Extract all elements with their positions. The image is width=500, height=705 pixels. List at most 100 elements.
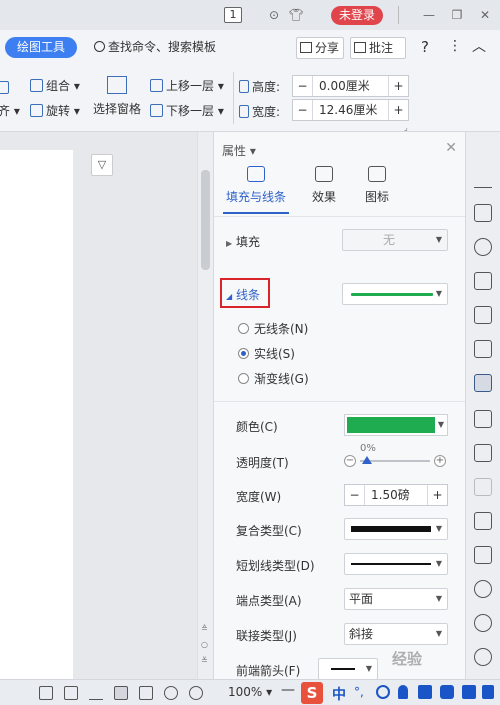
share-button[interactable]: 分享 (296, 37, 344, 59)
width-value[interactable]: 12.46厘米 (319, 102, 377, 118)
send-backward-button[interactable]: 下移一层 ▾ (150, 102, 224, 120)
zoom-level[interactable]: 100% ▾ (228, 685, 272, 699)
toolbox-icon[interactable] (482, 685, 494, 699)
dialog-launcher-icon[interactable]: ⌟ (404, 123, 408, 132)
more-icon[interactable]: ⋮ (448, 38, 462, 54)
tab-effects[interactable]: 效果 (306, 166, 342, 205)
login-button[interactable]: 未登录 (331, 6, 383, 25)
compound-type-dropdown[interactable]: ▼ (344, 518, 448, 540)
shapes-icon[interactable] (474, 238, 492, 256)
archive-icon[interactable] (474, 512, 492, 530)
align-button[interactable]: 齐 ▾ (0, 102, 20, 120)
history-icon[interactable]: ⊙ (265, 6, 283, 24)
pointer-icon[interactable] (474, 204, 492, 222)
scrollbar-thumb[interactable] (201, 170, 210, 270)
chevron-down-icon: ▼ (435, 289, 442, 298)
tab-fill-and-line[interactable]: 填充与线条 (223, 166, 289, 205)
picture-icon[interactable] (474, 546, 492, 564)
color-picker[interactable]: ▼ (344, 414, 448, 436)
width-stepper[interactable]: − 12.46厘米 + (292, 99, 409, 121)
height-value[interactable]: 0.00厘米 (319, 78, 370, 94)
share-out-icon[interactable] (474, 444, 492, 462)
line-section-toggle[interactable]: ◢ 线条 (226, 286, 260, 303)
keyboard-icon[interactable] (418, 685, 432, 699)
arrow-start-dropdown[interactable]: ▼ (318, 658, 378, 679)
page-view-icon[interactable] (114, 686, 128, 700)
link-icon[interactable] (474, 478, 492, 496)
document-page[interactable] (0, 150, 73, 679)
image-settings-icon[interactable] (474, 410, 492, 428)
fill-section-toggle[interactable]: ▶ 填充 (226, 233, 260, 250)
bring-forward-button[interactable]: 上移一层 ▾ (150, 77, 224, 95)
vertical-scrollbar[interactable]: ≙ ○ ≚ (197, 132, 213, 679)
line-width-stepper[interactable]: − 1.50磅 + (344, 484, 448, 506)
scroll-down-page-icon[interactable]: ≚ (201, 656, 208, 665)
comment-button[interactable]: 批注 ▾ (350, 37, 406, 75)
history-icon[interactable] (474, 614, 492, 632)
panel-title[interactable]: 属性 ▾ (222, 142, 256, 159)
radio-gradient-line[interactable]: 渐变线(G) (238, 370, 309, 387)
ime-mode[interactable]: 中 (332, 684, 346, 704)
float-menu-icon[interactable]: ▽ (91, 154, 113, 176)
style-icon[interactable] (474, 272, 492, 290)
height-stepper[interactable]: − 0.00厘米 + (292, 75, 409, 97)
zoom-out-button[interactable]: — (281, 682, 295, 698)
restore-icon[interactable]: ❐ (448, 6, 466, 24)
align-partial-icon[interactable] (0, 79, 12, 97)
group-button[interactable]: 组合 ▾ (30, 77, 80, 95)
cap-type-value: 平面 (349, 592, 374, 606)
page-count-badge[interactable]: 1 (224, 7, 242, 23)
radio-solid-line[interactable]: 实线(S) (238, 345, 295, 362)
cap-type-dropdown[interactable]: 平面 ▼ (344, 588, 448, 610)
microphone-icon[interactable] (398, 685, 408, 699)
ribbon-tab-row: 绘图工具 查找命令、搜索模板 分享 批注 ▾ ? ⋮ ︿ (0, 30, 500, 75)
chevron-down-icon: ▼ (437, 420, 444, 429)
close-icon[interactable]: ✕ (476, 6, 494, 24)
ime-logo[interactable]: S (301, 682, 323, 704)
document-canvas[interactable]: ▽ (0, 132, 197, 679)
help-icon[interactable]: ? (421, 38, 429, 56)
dash-type-dropdown[interactable]: ▼ (344, 553, 448, 575)
opacity-decrease-icon[interactable]: − (344, 455, 356, 467)
tab-drawing-tools[interactable]: 绘图工具 (5, 37, 77, 58)
shield-icon[interactable] (474, 580, 492, 598)
slider-knob[interactable] (362, 456, 372, 464)
scroll-circle-icon[interactable]: ○ (201, 640, 208, 649)
grid-icon[interactable] (474, 340, 492, 358)
pen-icon[interactable] (474, 170, 492, 188)
web-view-icon[interactable] (164, 686, 178, 700)
user-icon[interactable] (440, 685, 454, 699)
close-icon[interactable]: ✕ (445, 140, 457, 156)
outline-view-icon[interactable] (139, 686, 153, 700)
emoji-icon[interactable] (376, 685, 390, 699)
line-width-increase-button[interactable]: + (427, 485, 447, 505)
line-style-dropdown[interactable]: ▼ (342, 283, 448, 305)
selection-pane-button[interactable]: 选择窗格 (93, 76, 141, 117)
collapse-ribbon-icon[interactable]: ︿ (472, 36, 486, 56)
eye-icon[interactable] (189, 686, 203, 700)
properties-icon[interactable] (474, 374, 492, 392)
reading-mode-icon[interactable] (64, 686, 78, 700)
height-increase-button[interactable]: + (388, 76, 408, 96)
fill-dropdown[interactable]: 无 ▼ (342, 229, 448, 251)
table-icon[interactable] (474, 306, 492, 324)
line-width-decrease-button[interactable]: − (345, 485, 365, 505)
radio-no-line[interactable]: 无线条(N) (238, 320, 308, 337)
shirt-icon[interactable]: 👕︎ (287, 6, 305, 24)
skin-icon[interactable] (462, 685, 476, 699)
pen-icon[interactable] (89, 686, 103, 700)
width-decrease-button[interactable]: − (293, 100, 313, 120)
tab-icons[interactable]: 图标 (359, 166, 395, 205)
fullscreen-icon[interactable] (39, 686, 53, 700)
minimize-icon[interactable]: — (420, 6, 438, 24)
width-increase-button[interactable]: + (388, 100, 408, 120)
punctuation-icon[interactable]: °, (354, 685, 368, 699)
join-type-dropdown[interactable]: 斜接 ▼ (344, 623, 448, 645)
opacity-slider[interactable]: − 0% + (344, 443, 448, 474)
height-decrease-button[interactable]: − (293, 76, 313, 96)
scroll-up-page-icon[interactable]: ≙ (201, 624, 208, 633)
opacity-increase-icon[interactable]: + (434, 455, 446, 467)
command-search[interactable]: 查找命令、搜索模板 (94, 38, 216, 56)
rotate-button[interactable]: 旋转 ▾ (30, 102, 80, 120)
line-width-value[interactable]: 1.50磅 (371, 487, 410, 503)
